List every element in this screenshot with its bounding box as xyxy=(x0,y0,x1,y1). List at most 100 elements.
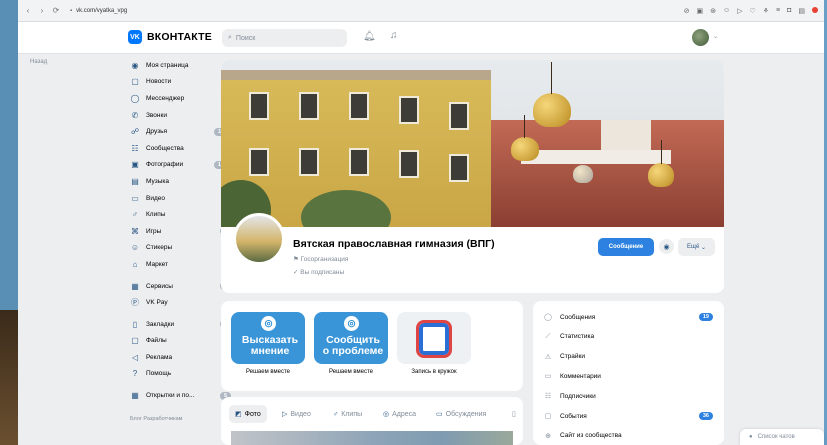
sidebar-item[interactable]: ▣Фотографии156 xyxy=(130,157,235,174)
sidebar-item[interactable]: ▢ Новости xyxy=(130,74,235,91)
chat-list-button[interactable]: ● Список чатов xyxy=(740,429,824,445)
count-badge: 36 xyxy=(698,412,713,420)
group-avatar[interactable] xyxy=(233,213,285,265)
building-illustration xyxy=(221,70,491,227)
heart-icon[interactable]: ♡ xyxy=(749,7,755,15)
notification-dot-icon[interactable] xyxy=(812,6,818,13)
sidebar-item[interactable]: ▯Закладки5 xyxy=(130,316,235,333)
message-button[interactable]: Сообщение xyxy=(598,238,654,256)
address-bar[interactable]: ▪ vk.com/vyatka_vpg xyxy=(70,8,127,14)
menu-item-label: Статистика xyxy=(560,333,595,341)
reload-icon[interactable]: ⟳ xyxy=(52,6,60,15)
more-tabs-icon[interactable]: ▯ xyxy=(506,405,522,423)
browser-toolbar: ‹ › ⟳ ▪ vk.com/vyatka_vpg ⊘ ▣ ⊛ ☺ ▷ ♡ ⚘ ≡… xyxy=(18,0,824,22)
message-icon: ◯ xyxy=(544,314,552,321)
extension-icon[interactable]: ☺ xyxy=(723,7,730,15)
sidebar-item[interactable]: ☍Друзья118 xyxy=(130,123,235,140)
tab-video[interactable]: ▷ Видео xyxy=(276,405,317,423)
sidebar-item[interactable]: ⌘Игры4 xyxy=(130,223,235,240)
sidebar-item[interactable]: ⌂ Маркет xyxy=(130,256,235,273)
extension-icon[interactable]: ⊛ xyxy=(710,7,716,15)
menu-item[interactable]: ▢ События 36 xyxy=(543,410,713,422)
extension-icon[interactable]: ▤ xyxy=(798,7,805,15)
subscribed-status[interactable]: ✓ Вы подписаны xyxy=(293,268,344,276)
chevron-down-icon[interactable]: ⌄ xyxy=(713,33,718,40)
photo-thumbnails[interactable] xyxy=(231,431,513,445)
profile-icon[interactable]: ◘ xyxy=(787,7,791,15)
browser-extensions: ⊘ ▣ ⊛ ☺ ▷ ♡ ⚘ ≡ ◘ ▤ xyxy=(684,6,818,15)
avatar[interactable] xyxy=(692,29,709,46)
extension-icon[interactable]: ▣ xyxy=(696,7,703,15)
apps-icon: ▦ xyxy=(131,391,139,401)
sidebar-item-label: Маркет xyxy=(146,260,169,268)
menu-item[interactable]: ⟋ Статистика xyxy=(543,331,713,343)
action-tile[interactable]: ◎ Высказать мнение xyxy=(231,312,305,364)
bell-icon[interactable]: 🔔︎ xyxy=(363,31,376,42)
sidebar-item[interactable]: Ⓟ VK Pay xyxy=(130,294,235,311)
sidebar-item[interactable]: ☷ Сообщества xyxy=(130,140,235,157)
logo-text: ВКОНТАКТЕ xyxy=(147,31,212,43)
sidebar-item[interactable]: ▦ Открытки и по... 5 xyxy=(130,387,235,404)
music-note-icon[interactable]: ♫ xyxy=(390,30,398,41)
tab-discussion[interactable]: ▭ Обсуждения xyxy=(430,405,492,423)
communities-icon: ☷ xyxy=(131,143,139,153)
events-icon: ▢ xyxy=(544,413,552,420)
sidebar-item-label: Клипы xyxy=(146,211,166,219)
play-icon[interactable]: ◉ xyxy=(659,239,674,254)
sticker-icon: ☺ xyxy=(130,243,140,253)
sidebar-item-label: Реклама xyxy=(146,353,173,361)
search-input[interactable]: ⌕ Поиск xyxy=(222,29,347,47)
discussion-icon: ▭ xyxy=(436,411,443,418)
user-circle-icon: ◉ xyxy=(131,60,139,70)
sidebar-item[interactable]: ◁ Реклама xyxy=(130,349,235,366)
action-caption: Запись в кружок xyxy=(411,369,457,375)
action-tile[interactable] xyxy=(397,312,471,364)
chat-bubble-icon: ◯ xyxy=(130,93,140,103)
sidebar-item[interactable]: ▤ Музыка xyxy=(130,173,235,190)
sidebar-item[interactable]: ▢ Файлы xyxy=(130,333,235,350)
extension-icon[interactable]: ⚘ xyxy=(763,7,769,15)
sidebar-item[interactable]: ☺ Стикеры xyxy=(130,240,235,257)
photo-icon: ◩ xyxy=(235,411,242,418)
menu-item-label: Сайт из сообщества xyxy=(560,432,622,440)
sidebar-item[interactable]: ◉ Моя страница xyxy=(130,57,235,74)
warning-icon: ⚠ xyxy=(544,353,552,361)
gosuslugi-icon: ◎ xyxy=(344,316,359,331)
group-type: ⚑ Госорганизация xyxy=(293,256,349,263)
sidebar-item[interactable]: ▦Сервисы5 xyxy=(130,278,235,295)
vk-page: VK ВКОНТАКТЕ ⌕ Поиск 🔔︎ ♫ ⌄ Назад ◉ Моя с… xyxy=(18,22,824,445)
vk-logo[interactable]: VK ВКОНТАКТЕ xyxy=(128,30,212,44)
tab-location[interactable]: ◎ Адреса xyxy=(377,405,422,423)
menu-icon[interactable]: ≡ xyxy=(776,7,780,15)
tab-clips[interactable]: ♂ Клипы xyxy=(327,405,368,423)
group-name: Вятская православная гимназия (ВПГ) xyxy=(293,238,495,250)
extension-icon[interactable]: ⊘ xyxy=(684,7,690,15)
back-arrow-icon[interactable]: ‹ xyxy=(24,6,32,15)
sidebar-item[interactable]: ♂ Клипы xyxy=(130,206,235,223)
sidebar-item-label: Друзья xyxy=(146,128,168,136)
menu-item[interactable]: ☷ Подписчики xyxy=(543,390,713,402)
menu-item[interactable]: ▭ Комментарии xyxy=(543,370,713,382)
sidebar-item[interactable]: ? Помощь xyxy=(130,366,235,383)
stats-icon: ⟋ xyxy=(545,332,551,340)
menu-item-label: Подписчики xyxy=(560,392,596,400)
phone-icon: ✆ xyxy=(131,110,139,120)
sidebar-item-label: Файлы xyxy=(146,337,167,345)
tab-label: Адреса xyxy=(392,410,417,418)
sidebar-footer-links[interactable]: Блог Разработчикам xyxy=(130,416,235,422)
back-link[interactable]: Назад xyxy=(30,59,47,65)
more-button[interactable]: Ещё ⌄ xyxy=(678,238,715,256)
sidebar-item[interactable]: ▭ Видео xyxy=(130,190,235,207)
menu-item[interactable]: ◯ Сообщения 19 xyxy=(543,311,713,323)
clips-icon: ♂ xyxy=(333,410,339,418)
sidebar-item[interactable]: ◯ Мессенджер xyxy=(130,90,235,107)
extension-icon[interactable]: ▷ xyxy=(737,7,742,15)
sidebar-item[interactable]: ✆ Звонки xyxy=(130,107,235,124)
action-tile[interactable]: ◎ Сообщить о проблеме xyxy=(314,312,388,364)
tab-label: Видео xyxy=(290,410,311,418)
forward-arrow-icon[interactable]: › xyxy=(38,6,46,15)
menu-item[interactable]: ⚠ Страйки xyxy=(543,351,713,363)
menu-item[interactable]: ⊕ Сайт из сообщества xyxy=(543,430,713,442)
tab-photo[interactable]: ◩ Фото xyxy=(229,405,267,423)
menu-item-label: Комментарии xyxy=(560,372,601,380)
